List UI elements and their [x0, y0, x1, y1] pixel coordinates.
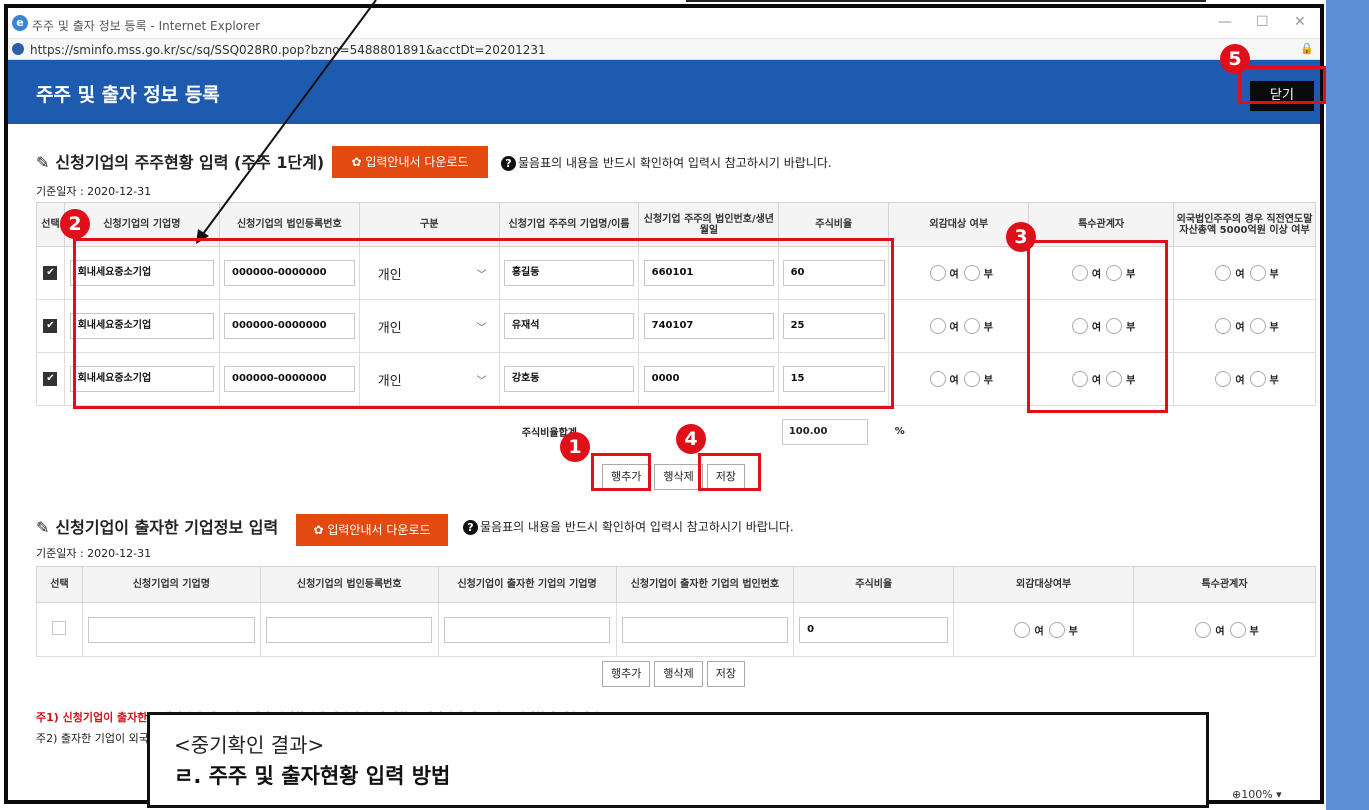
zoom-value: 100%: [1241, 788, 1273, 801]
zoom-icon: ⊕: [1232, 788, 1242, 801]
caption-box: <중기확인 결과> ㄹ. 주주 및 출자현황 입력 방법: [147, 712, 1209, 808]
step-badge-2: 2: [60, 209, 90, 239]
step-badge-5: 5: [1220, 44, 1250, 74]
zoom-indicator[interactable]: ⊕100% ▾: [1232, 788, 1282, 801]
step-badge-3: 3: [1006, 222, 1036, 252]
callout-arrow: [196, 0, 377, 244]
step-badge-4: 4: [676, 424, 706, 454]
step-badge-1: 1: [560, 432, 590, 462]
caption-line-1: <중기확인 결과>: [174, 733, 325, 757]
caption-line-2: ㄹ. 주주 및 출자현황 입력 방법: [174, 764, 451, 788]
